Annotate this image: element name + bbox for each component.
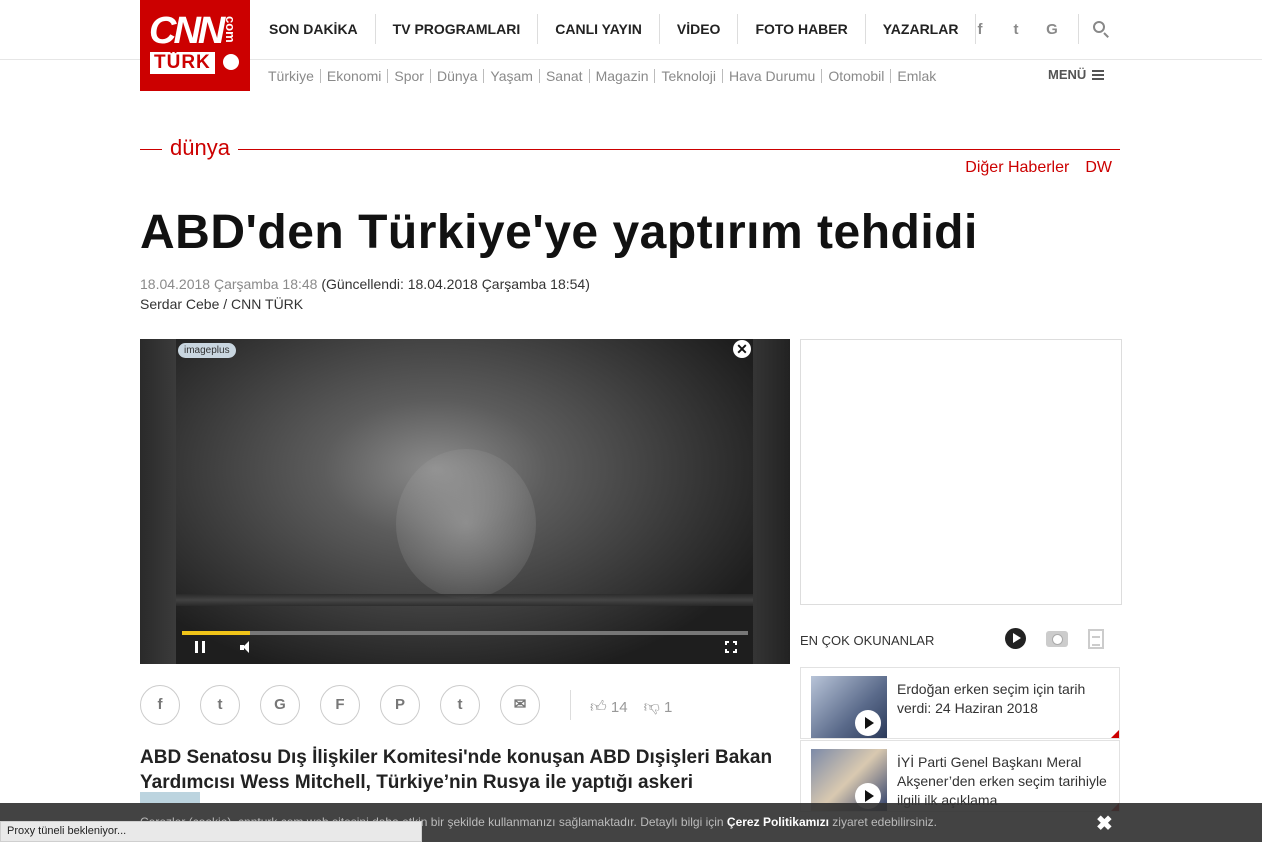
inline-thumbnail: [140, 792, 200, 803]
section-title[interactable]: dünya: [162, 135, 238, 161]
subnav-spor[interactable]: Spor: [388, 69, 431, 83]
play-icon: [855, 710, 881, 736]
nav-video[interactable]: VİDEO: [660, 14, 739, 44]
camera-tab-icon[interactable]: [1046, 630, 1068, 647]
subnav-ekonomi[interactable]: Ekonomi: [321, 69, 389, 83]
section-divider: [140, 149, 1120, 150]
video-progress-bar[interactable]: [182, 631, 748, 635]
divider: [570, 690, 571, 720]
publish-date: 18.04.2018 Çarşamba 18:48: [140, 276, 318, 292]
subnav-teknoloji[interactable]: Teknoloji: [655, 69, 723, 83]
news-title: Erdoğan erken seçim için tarih verdi: 24…: [897, 681, 1086, 716]
subnav-turkiye[interactable]: Türkiye: [262, 69, 321, 83]
reactions: 👍︎ 14 👎︎ 1: [590, 698, 672, 717]
advertisement-slot: [800, 339, 1122, 605]
share-facebook-icon[interactable]: f: [140, 685, 180, 725]
share-twitter-icon[interactable]: t: [200, 685, 240, 725]
video-progress-fill: [182, 631, 250, 635]
logo-dot: [223, 54, 239, 70]
pause-icon[interactable]: [195, 641, 205, 653]
subnav-otomobil[interactable]: Otomobil: [822, 69, 892, 83]
share-email-icon[interactable]: ✉: [500, 685, 540, 725]
cnn-turk-logo[interactable]: CNN com TÜRK: [140, 0, 250, 91]
link-diger-haberler[interactable]: Diğer Haberler: [965, 159, 1069, 177]
logo-com-text: com: [223, 16, 238, 43]
link-dw[interactable]: DW: [1085, 159, 1112, 177]
related-links: Diğer Haberler DW: [965, 159, 1112, 177]
article-summary: ABD Senatosu Dış İlişkiler Komitesi'nde …: [140, 747, 773, 793]
close-icon[interactable]: ✕: [733, 340, 751, 358]
thumbs-up-icon: 👍︎: [590, 699, 607, 716]
video-tab-icon[interactable]: [1005, 628, 1026, 649]
fullscreen-icon[interactable]: [724, 640, 738, 654]
subnav-sanat[interactable]: Sanat: [540, 69, 590, 83]
subnav-emlak[interactable]: Emlak: [891, 69, 942, 83]
cookie-policy-link[interactable]: Çerez Politikamızı: [727, 815, 829, 829]
corner-marker: [1111, 730, 1119, 738]
page: CNN com TÜRK SON DAKİKA TV PROGRAMLARI C…: [0, 0, 1262, 842]
like-button[interactable]: 👍︎ 14: [590, 698, 628, 717]
share-flipboard-icon[interactable]: F: [320, 685, 360, 725]
logo-turk-text: TÜRK: [150, 52, 215, 74]
logo-cnn-text: CNN: [149, 10, 225, 52]
thumbs-down-icon: 👎︎: [643, 699, 660, 716]
twitter-icon[interactable]: t: [998, 21, 1034, 38]
menu-button[interactable]: MENÜ: [1048, 67, 1105, 82]
news-thumbnail: [811, 749, 887, 811]
video-side-left: [140, 339, 176, 664]
cookie-close-icon[interactable]: ✖: [1096, 811, 1113, 836]
subnav-magazin[interactable]: Magazin: [590, 69, 656, 83]
menu-label: MENÜ: [1048, 67, 1087, 82]
most-read-item[interactable]: Erdoğan erken seçim için tarih verdi: 24…: [800, 667, 1120, 739]
dislike-count: 1: [664, 699, 673, 716]
article-headline: ABD'den Türkiye'ye yaptırım tehdidi: [140, 206, 978, 259]
google-plus-icon[interactable]: G: [1034, 21, 1070, 38]
dislike-button[interactable]: 👎︎ 1: [644, 698, 673, 717]
news-thumbnail: [811, 676, 887, 738]
subnav-yasam[interactable]: Yaşam: [484, 69, 540, 83]
article-author: Serdar Cebe / CNN TÜRK: [140, 296, 304, 312]
most-read-item[interactable]: İYİ Parti Genel Başkanı Meral Akşener’de…: [800, 740, 1120, 812]
main-navigation: SON DAKİKA TV PROGRAMLARI CANLI YAYIN Vİ…: [252, 14, 977, 44]
nav-son-dakika[interactable]: SON DAKİKA: [252, 14, 376, 44]
share-pinterest-icon[interactable]: P: [380, 685, 420, 725]
imageplus-badge[interactable]: imageplus: [178, 343, 236, 358]
hamburger-icon: [1092, 69, 1105, 80]
updated-date: (Güncellendi: 18.04.2018 Çarşamba 18:54): [321, 276, 590, 292]
facebook-icon[interactable]: f: [962, 21, 998, 38]
search-icon[interactable]: [1093, 21, 1105, 33]
news-title: İYİ Parti Genel Başkanı Meral Akşener’de…: [897, 754, 1107, 808]
most-read-tabs: [1005, 628, 1104, 649]
cookie-text-after: ziyaret edebilirsiniz.: [828, 815, 938, 829]
nav-tv-programlari[interactable]: TV PROGRAMLARI: [376, 14, 539, 44]
volume-icon[interactable]: [240, 641, 252, 653]
like-count: 14: [610, 699, 628, 716]
share-google-icon[interactable]: G: [260, 685, 300, 725]
social-links-top: f t G: [962, 14, 1070, 44]
nav-yazarlar[interactable]: YAZARLAR: [866, 14, 977, 44]
nav-foto-haber[interactable]: FOTO HABER: [738, 14, 866, 44]
browser-status-bar: Proxy tüneli bekleniyor...: [0, 821, 422, 842]
video-player[interactable]: imageplus ✕: [140, 339, 790, 664]
share-buttons: f t G F P t ✉: [140, 685, 540, 725]
most-read-label: EN ÇOK OKUNANLAR: [800, 633, 935, 648]
article-date: 18.04.2018 Çarşamba 18:48 (Güncellendi: …: [140, 276, 590, 292]
document-tab-icon[interactable]: [1088, 628, 1104, 649]
subnav-hava-durumu[interactable]: Hava Durumu: [723, 69, 823, 83]
nav-canli-yayin[interactable]: CANLI YAYIN: [538, 14, 660, 44]
divider: [1078, 14, 1079, 44]
subnav-dunya[interactable]: Dünya: [431, 69, 485, 83]
video-side-right: [753, 339, 790, 664]
category-navigation: Türkiye Ekonomi Spor Dünya Yaşam Sanat M…: [262, 66, 942, 86]
share-tumblr-icon[interactable]: t: [440, 685, 480, 725]
video-frame[interactable]: [176, 339, 753, 664]
